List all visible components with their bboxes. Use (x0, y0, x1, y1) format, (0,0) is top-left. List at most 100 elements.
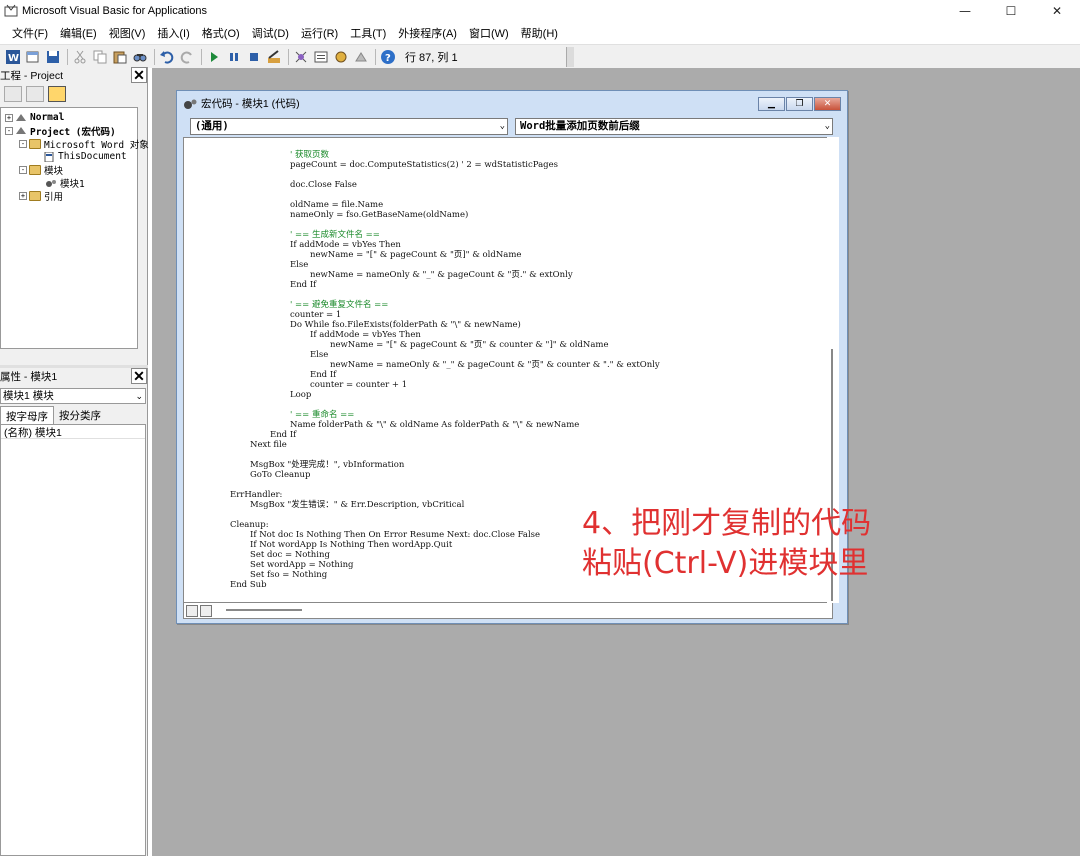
code-line: nameOnly = fso.GetBaseName(oldName) (290, 210, 469, 220)
tree-item-project[interactable]: - Project (宏代码) (5, 124, 116, 138)
design-mode-icon[interactable] (265, 48, 283, 66)
title-bar: Microsoft Visual Basic for Applications … (0, 0, 1080, 22)
toggle-folders-icon[interactable] (48, 86, 66, 102)
collapse-icon[interactable]: - (19, 139, 27, 148)
menu-bar: 文件(F) 编辑(E) 视图(V) 插入(I) 格式(O) 调试(D) 运行(R… (0, 22, 1080, 44)
object-browser-icon[interactable] (332, 48, 350, 66)
code-bottom-bar (183, 603, 833, 619)
code-line: Set doc = Nothing (250, 550, 330, 560)
chevron-down-icon: ⌄ (135, 391, 143, 401)
procedure-combo[interactable]: Word批量添加页数前后缀 ⌄ (515, 118, 833, 135)
menu-run[interactable]: 运行(R) (295, 25, 344, 41)
tree-item-thisdocument[interactable]: ThisDocument (43, 150, 127, 163)
menu-format[interactable]: 格式(O) (196, 25, 246, 41)
code-line: MsgBox "发生错误：" & Err.Description, vbCrit… (250, 500, 465, 510)
menu-file[interactable]: 文件(F) (6, 25, 54, 41)
code-line: oldName = file.Name (290, 200, 384, 210)
project-tree: + Normal - Project (宏代码) - Microsoft Wor… (0, 107, 149, 395)
code-line: Else (310, 350, 329, 360)
expand-icon[interactable]: + (19, 191, 27, 200)
minimize-button[interactable]: — (942, 0, 988, 22)
code-window-title: 宏代码 - 模块1 (代码) (201, 97, 300, 110)
project-icon (16, 113, 26, 121)
code-minimize-icon[interactable]: ▁ (758, 97, 785, 111)
menu-debug[interactable]: 调试(D) (246, 25, 295, 41)
tree-item-modules-folder[interactable]: - 模块 (19, 163, 64, 177)
redo-icon[interactable] (178, 48, 196, 66)
code-close-icon[interactable]: ✕ (814, 97, 841, 111)
find-icon[interactable] (131, 48, 149, 66)
code-line: Loop (290, 390, 312, 400)
tree-item-references[interactable]: + 引用 (19, 189, 63, 203)
code-line: ' == 重命名 == (290, 410, 355, 420)
full-module-view-icon[interactable] (200, 605, 212, 617)
property-name: (名称) (4, 427, 32, 439)
project-pane-scrollbar[interactable] (137, 89, 147, 349)
toolbar-separator (67, 49, 68, 65)
cut-icon[interactable] (71, 48, 89, 66)
tree-item-module1[interactable]: 模块1 (45, 176, 85, 190)
toolbar-separator (288, 49, 289, 65)
toolbar-grip[interactable] (566, 47, 574, 67)
tree-item-word-objects[interactable]: - Microsoft Word 对象 (19, 137, 149, 151)
tree-item-normal[interactable]: + Normal (5, 111, 64, 124)
code-line: If Not doc Is Nothing Then On Error Resu… (250, 530, 541, 540)
code-line: Do While fso.FileExists(folderPath & "\"… (290, 320, 521, 330)
project-explorer: 工程 - Project ✕ + Normal - Project (宏代码) … (0, 67, 149, 395)
code-line: End Sub (230, 580, 267, 590)
word-view-icon[interactable]: W (4, 48, 22, 66)
copy-icon[interactable] (91, 48, 109, 66)
view-code-icon[interactable] (4, 86, 22, 102)
tab-alphabetic[interactable]: 按字母序 (0, 406, 54, 424)
property-row-name[interactable]: (名称) 模块1 (1, 425, 145, 439)
object-combo[interactable]: (通用) ⌄ (190, 118, 508, 135)
insert-module-icon[interactable] (24, 48, 42, 66)
menu-help[interactable]: 帮助(H) (515, 25, 564, 41)
expand-icon[interactable]: + (5, 113, 13, 122)
code-restore-icon[interactable]: ❐ (786, 97, 813, 111)
property-value: 模块1 (35, 427, 62, 439)
menu-insert[interactable]: 插入(I) (151, 25, 195, 41)
code-window-controls: ▁ ❐ ✕ (758, 97, 841, 111)
run-icon[interactable] (205, 48, 223, 66)
properties-window: 属性 - 模块1 ✕ 模块1 模块 ⌄ 按字母序 按分类序 (名称) 模块1 (0, 368, 148, 856)
instruction-annotation: 4、把刚才复制的代码 粘贴(Ctrl-V)进模块里 (582, 504, 922, 584)
view-object-icon[interactable] (26, 86, 44, 102)
code-line: counter = counter + 1 (310, 380, 408, 390)
object-selector-value: 模块1 模块 (3, 390, 54, 402)
menu-addins[interactable]: 外接程序(A) (392, 25, 463, 41)
project-pane-close-icon[interactable]: ✕ (131, 67, 147, 83)
window-controls: — ☐ ✕ (942, 0, 1080, 22)
menu-edit[interactable]: 编辑(E) (54, 25, 103, 41)
properties-pane-close-icon[interactable]: ✕ (131, 368, 147, 384)
properties-window-icon[interactable] (312, 48, 330, 66)
help-icon[interactable]: ? (379, 48, 397, 66)
paste-icon[interactable] (111, 48, 129, 66)
code-line: doc.Close False (290, 180, 357, 190)
project-icon (16, 126, 26, 134)
tree-item-label: 模块 (44, 165, 64, 177)
code-line: Cleanup: (230, 520, 269, 530)
tab-categorized[interactable]: 按分类序 (54, 406, 106, 424)
undo-icon[interactable] (158, 48, 176, 66)
maximize-button[interactable]: ☐ (988, 0, 1034, 22)
toolbox-icon[interactable] (352, 48, 370, 66)
chevron-down-icon: ⌄ (499, 121, 505, 131)
tree-item-label: Normal (30, 112, 65, 123)
collapse-icon[interactable]: - (19, 165, 27, 174)
pause-icon[interactable] (225, 48, 243, 66)
close-button[interactable]: ✕ (1034, 0, 1080, 22)
menu-window[interactable]: 窗口(W) (463, 25, 515, 41)
save-icon[interactable] (44, 48, 62, 66)
toolbar-separator (201, 49, 202, 65)
project-explorer-icon[interactable] (292, 48, 310, 66)
code-line: End If (270, 430, 297, 440)
collapse-icon[interactable]: - (5, 126, 13, 135)
tree-item-label: Microsoft Word 对象 (44, 139, 149, 151)
reset-icon[interactable] (245, 48, 263, 66)
menu-view[interactable]: 视图(V) (103, 25, 152, 41)
menu-tools[interactable]: 工具(T) (344, 25, 392, 41)
procedure-view-icon[interactable] (186, 605, 198, 617)
horizontal-scroll-thumb[interactable] (226, 609, 302, 611)
object-selector[interactable]: 模块1 模块 ⌄ (0, 388, 146, 404)
